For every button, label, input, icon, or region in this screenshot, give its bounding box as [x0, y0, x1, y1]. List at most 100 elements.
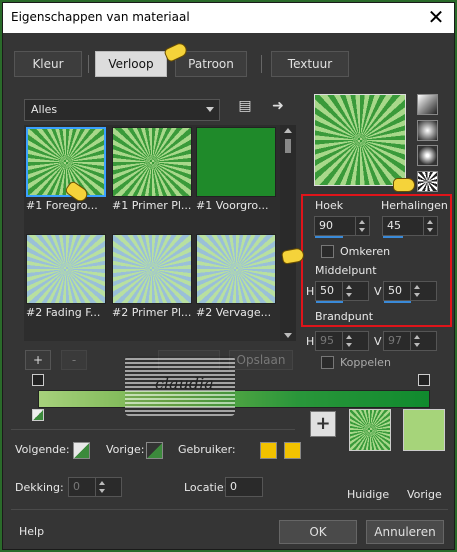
previous-preview[interactable]: [403, 409, 445, 451]
tab-patroon[interactable]: Patroon: [175, 51, 247, 77]
repeats-field[interactable]: 45: [382, 216, 438, 238]
focal-v-stepper[interactable]: [410, 332, 424, 350]
gradient-swatch: [196, 127, 276, 197]
focal-h-stepper[interactable]: [342, 332, 356, 350]
gradient-label: #1 Foregro...: [26, 199, 98, 212]
opacity-label: Dekking:: [15, 481, 64, 494]
chevron-down-icon[interactable]: [110, 478, 121, 496]
tab-divider: [88, 55, 89, 73]
previous-color-swatch[interactable]: [146, 442, 163, 459]
chevron-down-icon[interactable]: [425, 282, 436, 300]
scroll-up-icon[interactable]: [284, 128, 292, 133]
remove-stop-button[interactable]: -: [61, 350, 87, 370]
repeats-level-bar: [383, 236, 403, 238]
gradient-swatch: [112, 127, 192, 197]
location-field[interactable]: 0: [225, 477, 263, 497]
remove-stop-label: -: [71, 353, 77, 367]
gradient-thumb[interactable]: #1 Voorgro...: [196, 127, 276, 213]
chevron-down-icon[interactable]: [357, 332, 368, 350]
tab-kleur-label: Kleur: [32, 57, 64, 71]
help-link[interactable]: Help: [19, 525, 44, 538]
opacity-stepper[interactable]: [95, 478, 109, 496]
center-h-stepper[interactable]: [342, 282, 356, 300]
close-icon[interactable]: ✕: [424, 6, 448, 30]
scroll-down-icon[interactable]: [284, 333, 292, 338]
gradient-thumb[interactable]: #2 Vervage...: [196, 234, 276, 320]
add-to-swatches-button[interactable]: +: [310, 411, 336, 437]
arrow-right-icon[interactable]: ➜: [269, 97, 287, 115]
title-bar: Eigenschappen van materiaal ✕: [3, 3, 454, 33]
location-label: Locatie:: [184, 481, 228, 494]
sunburst-style-button[interactable]: [417, 171, 438, 192]
center-v-stepper[interactable]: [410, 282, 424, 300]
save-label: Opslaan: [236, 353, 286, 367]
rectangular-style-button[interactable]: [417, 120, 438, 141]
cancel-label: Annuleren: [374, 525, 436, 539]
chevron-down-icon[interactable]: [357, 282, 368, 300]
material-properties-dialog: Eigenschappen van materiaal ✕ Kleur Verl…: [2, 2, 455, 550]
library-icon[interactable]: ▤: [236, 97, 254, 115]
gradient-swatch: [26, 234, 106, 304]
linear-style-button[interactable]: [417, 94, 438, 115]
stop-marker-top[interactable]: [32, 374, 44, 386]
focal-h-value: 95: [320, 334, 334, 347]
tab-textuur-label: Textuur: [287, 57, 333, 71]
opacity-value: 0: [73, 480, 80, 493]
invert-checkbox[interactable]: [321, 245, 334, 258]
user-label: Gebruiker:: [178, 443, 236, 456]
gradient-thumb[interactable]: #2 Primer Pl...: [112, 234, 192, 320]
next-color-swatch[interactable]: [73, 442, 90, 459]
stop-marker-top[interactable]: [418, 374, 430, 386]
focal-v-value: 97: [388, 334, 402, 347]
ok-button[interactable]: OK: [279, 520, 357, 544]
cancel-button[interactable]: Annuleren: [366, 520, 444, 544]
chevron-down-icon[interactable]: [425, 332, 436, 350]
angle-stepper[interactable]: [355, 217, 369, 235]
focal-h-field[interactable]: 95: [315, 331, 369, 351]
repeats-label: Herhalingen: [381, 199, 448, 212]
tab-textuur[interactable]: Textuur: [271, 51, 349, 77]
gradient-thumb[interactable]: #1 Primer Pl...: [112, 127, 192, 213]
tab-verloop[interactable]: Verloop: [95, 51, 167, 77]
link-checkbox[interactable]: [321, 356, 334, 369]
scroll-thumb[interactable]: [285, 139, 291, 153]
gradient-preview[interactable]: [314, 94, 406, 186]
focal-v-field[interactable]: 97: [383, 331, 437, 351]
gradient-label: #2 Fading F...: [26, 306, 101, 319]
current-preview: [349, 409, 391, 451]
center-h-value: 50: [320, 284, 334, 297]
gradient-label: #1 Voorgro...: [196, 199, 269, 212]
location-value: 0: [230, 480, 237, 493]
add-stop-label: +: [32, 353, 44, 367]
user-color-swatch-1[interactable]: [260, 442, 277, 459]
center-h-label: H: [306, 285, 315, 298]
center-v-field[interactable]: 50: [383, 281, 437, 303]
angle-field[interactable]: 90: [314, 216, 370, 238]
user-color-swatch-2[interactable]: [284, 442, 301, 459]
radial-style-button[interactable]: [417, 145, 438, 166]
next-label: Volgende:: [15, 443, 70, 456]
angle-label: Hoek: [315, 199, 344, 212]
watermark-text: claudia: [155, 374, 214, 393]
add-stop-button[interactable]: +: [25, 350, 51, 370]
gradient-swatch: [196, 234, 276, 304]
previous-preview-label: Vorige: [407, 488, 442, 501]
repeats-value: 45: [387, 219, 401, 232]
tab-patroon-label: Patroon: [188, 57, 234, 71]
tab-kleur[interactable]: Kleur: [14, 51, 82, 77]
color-stop-marker[interactable]: [32, 409, 44, 421]
gallery-scrollbar[interactable]: [280, 125, 296, 341]
angle-level-bar: [315, 236, 343, 238]
center-h-field[interactable]: 50: [315, 281, 369, 303]
gradient-thumb[interactable]: #1 Foregro...: [26, 127, 106, 213]
category-select[interactable]: Alles: [24, 99, 220, 121]
opacity-field[interactable]: 0: [68, 477, 122, 497]
repeats-stepper[interactable]: [423, 217, 437, 235]
gradient-gallery: #1 Foregro... #1 Primer Pl... #1 Voorgro…: [24, 125, 296, 341]
invert-label: Omkeren: [340, 245, 391, 258]
focal-v-label: V: [374, 335, 382, 348]
gradient-thumb[interactable]: #2 Fading F...: [26, 234, 106, 320]
divider: [11, 509, 448, 510]
center-h-level-bar: [316, 301, 343, 303]
save-button[interactable]: Opslaan: [229, 350, 293, 370]
